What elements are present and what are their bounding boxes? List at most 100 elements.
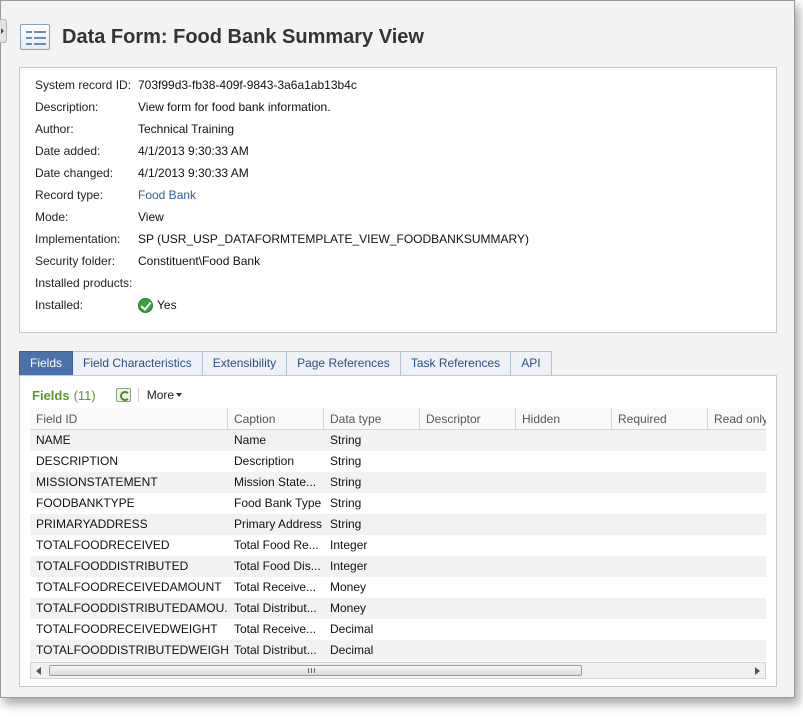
cell-field-id: TOTALFOODRECEIVEDWEIGHT — [36, 622, 218, 636]
info-label: Installed: — [35, 298, 84, 312]
column-header-descriptor[interactable]: Descriptor — [420, 408, 516, 430]
column-header-required[interactable]: Required — [612, 408, 708, 430]
cell-caption: Description — [234, 454, 295, 468]
scrollbar-thumb[interactable] — [49, 665, 582, 676]
cell-caption: Total Food Dis... — [234, 559, 321, 573]
cell-data-type: Money — [330, 601, 367, 615]
column-header-read-only[interactable]: Read only — [708, 408, 766, 430]
cell-caption: Total Distribut... — [234, 601, 317, 615]
info-label: Author: — [35, 122, 74, 136]
toolbar-divider — [137, 388, 139, 402]
cell-caption: Food Bank Type — [234, 496, 322, 510]
cell-caption: Mission State... — [234, 475, 317, 489]
cell-field-id: PRIMARYADDRESS — [36, 517, 148, 531]
cell-data-type: Decimal — [330, 643, 374, 657]
cell-caption: Total Receive... — [234, 580, 317, 594]
table-row[interactable]: FOODBANKTYPE Food Bank Type String — [30, 493, 766, 514]
tab-extensibility[interactable]: Extensibility — [202, 351, 288, 376]
tab-api[interactable]: API — [511, 351, 552, 376]
table-row[interactable]: MISSIONSTATEMENT Mission State... String — [30, 472, 766, 493]
info-label: Implementation: — [35, 232, 121, 246]
cell-field-id: TOTALFOODDISTRIBUTEDAMOU... — [36, 601, 228, 615]
tab-page-references[interactable]: Page References — [287, 351, 401, 376]
page-header: Data Form: Food Bank Summary View — [20, 21, 424, 53]
scroll-left-arrow-icon[interactable] — [36, 667, 41, 675]
cell-field-id: DESCRIPTION — [36, 454, 119, 468]
cell-data-type: String — [330, 496, 362, 510]
column-header-hidden[interactable]: Hidden — [516, 408, 612, 430]
info-value: 4/1/2013 9:30:33 AM — [138, 144, 249, 158]
table-row[interactable]: TOTALFOODDISTRIBUTEDWEIGHT Total Distrib… — [30, 640, 766, 661]
grid-header-row: Field ID Caption Data type Descriptor Hi… — [30, 408, 766, 430]
cell-field-id: TOTALFOODDISTRIBUTEDWEIGHT — [36, 643, 228, 657]
info-value: SP (USR_USP_DATAFORMTEMPLATE_VIEW_FOODBA… — [138, 232, 529, 246]
horizontal-scrollbar[interactable] — [30, 662, 766, 679]
cell-caption: Total Food Re... — [234, 538, 319, 552]
cell-data-type: String — [330, 517, 362, 531]
table-row[interactable]: NAME Name String — [30, 430, 766, 451]
record-info-panel: System record ID: 703f99d3-fb38-409f-984… — [19, 67, 777, 333]
cell-data-type: String — [330, 475, 362, 489]
tab-strip: Fields Field Characteristics Extensibili… — [19, 351, 552, 376]
info-value: 703f99d3-fb38-409f-9843-3a6a1ab13b4c — [138, 78, 357, 92]
form-icon — [20, 24, 50, 50]
dropdown-arrow-icon — [176, 393, 183, 397]
column-header-data-type[interactable]: Data type — [324, 408, 420, 430]
cell-data-type: Decimal — [330, 622, 374, 636]
cell-field-id: TOTALFOODRECEIVED — [36, 538, 170, 552]
fields-heading: Fields — [32, 387, 70, 403]
cell-field-id: TOTALFOODRECEIVEDAMOUNT — [36, 580, 222, 594]
fields-count: (11) — [73, 387, 96, 403]
fields-toolbar: Fields (11) More — [32, 386, 183, 404]
info-value: Technical Training — [138, 122, 235, 136]
tab-task-references[interactable]: Task References — [400, 351, 512, 376]
info-label: Date added: — [35, 144, 101, 158]
cell-field-id: MISSIONSTATEMENT — [36, 475, 158, 489]
table-row[interactable]: PRIMARYADDRESS Primary Address String — [30, 514, 766, 535]
cell-data-type: String — [330, 454, 362, 468]
table-row[interactable]: TOTALFOODDISTRIBUTED Total Food Dis... I… — [30, 556, 766, 577]
info-label: System record ID: — [35, 78, 132, 92]
fields-panel: Fields (11) More Field ID Caption Data t… — [19, 375, 777, 687]
grip-icon — [308, 668, 315, 673]
table-row[interactable]: TOTALFOODRECEIVEDAMOUNT Total Receive...… — [30, 577, 766, 598]
cell-caption: Name — [234, 433, 267, 447]
tab-field-characteristics[interactable]: Field Characteristics — [73, 351, 203, 376]
data-form-window: Data Form: Food Bank Summary View System… — [0, 0, 795, 698]
tab-fields[interactable]: Fields — [19, 351, 74, 376]
refresh-icon[interactable] — [115, 388, 131, 402]
info-value: 4/1/2013 9:30:33 AM — [138, 166, 249, 180]
cell-field-id: NAME — [36, 433, 71, 447]
more-label: More — [146, 388, 175, 402]
info-label: Record type: — [35, 188, 104, 202]
info-label: Date changed: — [35, 166, 114, 180]
info-label: Security folder: — [35, 254, 116, 268]
more-menu-button[interactable]: More — [146, 388, 183, 402]
table-row[interactable]: TOTALFOODRECEIVEDWEIGHT Total Receive...… — [30, 619, 766, 640]
table-row[interactable]: DESCRIPTION Description String — [30, 451, 766, 472]
cell-data-type: Integer — [330, 559, 368, 573]
collapse-pane-handle[interactable] — [0, 19, 7, 43]
cell-caption: Total Receive... — [234, 622, 317, 636]
column-header-caption[interactable]: Caption — [228, 408, 324, 430]
info-value: View — [138, 210, 164, 224]
record-type-link[interactable]: Food Bank — [138, 186, 196, 204]
cell-data-type: Money — [330, 580, 367, 594]
cell-caption: Primary Address — [234, 517, 323, 531]
cell-data-type: String — [330, 433, 362, 447]
installed-value: Yes — [157, 298, 177, 312]
table-row[interactable]: TOTALFOODDISTRIBUTEDAMOU... Total Distri… — [30, 598, 766, 619]
cell-data-type: Integer — [330, 538, 368, 552]
info-value: View form for food bank information. — [138, 100, 331, 114]
table-row[interactable]: TOTALFOODRECEIVED Total Food Re... Integ… — [30, 535, 766, 556]
cell-field-id: TOTALFOODDISTRIBUTED — [36, 559, 189, 573]
info-label: Installed products: — [35, 276, 133, 290]
page-title: Data Form: Food Bank Summary View — [62, 25, 424, 48]
info-label: Description: — [35, 100, 99, 114]
fields-grid: Field ID Caption Data type Descriptor Hi… — [30, 408, 766, 661]
column-header-field-id[interactable]: Field ID — [30, 408, 228, 430]
checkmark-icon — [138, 297, 153, 313]
scroll-right-arrow-icon[interactable] — [755, 667, 760, 675]
info-value: Constituent\Food Bank — [138, 254, 261, 268]
grid-body: NAME Name String DESCRIPTION Description… — [30, 430, 766, 661]
